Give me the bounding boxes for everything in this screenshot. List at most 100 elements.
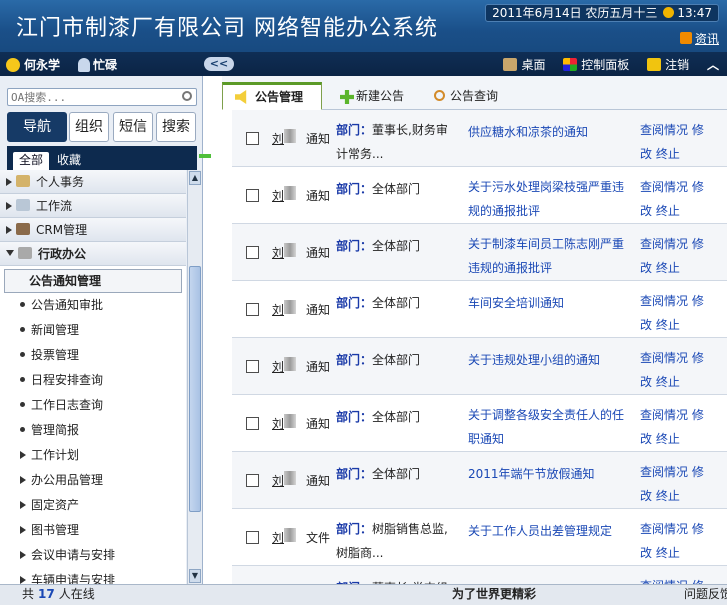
menu-item[interactable]: 管理简报 bbox=[0, 418, 186, 443]
row-checkbox[interactable] bbox=[246, 417, 259, 430]
announcement-subject[interactable]: 关于工作人员出差管理规定 bbox=[468, 517, 630, 545]
action-links[interactable]: 改 终止 bbox=[640, 375, 680, 389]
control-panel-icon bbox=[563, 58, 578, 71]
publisher-name[interactable]: 刘 bbox=[272, 358, 284, 375]
publisher-name[interactable]: 刘 bbox=[272, 415, 284, 432]
action-links[interactable]: 查阅情况 修 bbox=[640, 408, 704, 422]
redacted-name bbox=[284, 357, 296, 371]
menu-item[interactable]: 会议申请与安排 bbox=[0, 543, 186, 568]
announcement-subject[interactable]: 关于违规处理小组的通知 bbox=[468, 346, 630, 374]
action-links[interactable]: 改 终止 bbox=[640, 147, 680, 161]
row-checkbox[interactable] bbox=[246, 360, 259, 373]
row-actions: 查阅情况 修改 终止 bbox=[640, 346, 727, 394]
announcement-type: 通知 bbox=[306, 474, 331, 488]
publisher-name[interactable]: 刘 bbox=[272, 130, 284, 147]
announcement-subject[interactable]: 供应糖水和凉茶的通知 bbox=[468, 118, 630, 146]
search-icon[interactable] bbox=[182, 91, 192, 101]
menu-item[interactable]: 公告通知审批 bbox=[0, 293, 186, 318]
action-links[interactable]: 查阅情况 修 bbox=[640, 123, 704, 137]
status-bar: 共 17 人在线 为了世界更精彩 问题反馈 bbox=[0, 584, 727, 605]
sidebar-scrollbar[interactable]: ▲ ▼ bbox=[187, 170, 202, 584]
logout-link[interactable]: 注销 bbox=[647, 58, 689, 72]
publisher-name[interactable]: 刘 bbox=[272, 244, 284, 261]
announcement-type: 通知 bbox=[306, 417, 331, 431]
subject-line: 职通知 bbox=[468, 432, 505, 446]
menu-group-admin[interactable]: 行政办公 bbox=[0, 242, 186, 266]
publisher-name[interactable]: 刘 bbox=[272, 529, 284, 546]
action-links[interactable]: 改 终止 bbox=[640, 261, 680, 275]
publisher-name[interactable]: 刘 bbox=[272, 301, 284, 318]
menu-group-workflow[interactable]: 工作流 bbox=[0, 194, 186, 218]
row-checkbox[interactable] bbox=[246, 246, 259, 259]
menu-item[interactable]: 工作计划 bbox=[0, 443, 186, 468]
row-checkbox[interactable] bbox=[246, 189, 259, 202]
announcement-subject[interactable]: 关于调整各级安全责任人的任 职通知 bbox=[468, 403, 630, 451]
row-checkbox[interactable] bbox=[246, 303, 259, 316]
feedback-link[interactable]: 问题反馈 bbox=[684, 585, 727, 604]
menu-item[interactable]: 新闻管理 bbox=[0, 318, 186, 343]
action-links[interactable]: 改 终止 bbox=[640, 432, 680, 446]
publisher-name[interactable]: 刘 bbox=[272, 187, 284, 204]
expand-icon bbox=[20, 551, 26, 559]
user-name[interactable]: 何永学 bbox=[6, 56, 60, 73]
row-actions: 查阅情况 修改 终止 bbox=[640, 289, 727, 337]
online-count[interactable]: 共 17 人在线 bbox=[22, 585, 95, 604]
subtab-all[interactable]: 全部 bbox=[13, 152, 50, 170]
announcement-subject[interactable]: 车间安全培训通知 bbox=[468, 289, 630, 317]
announcement-subject[interactable]: 关于污水处理岗梁枝强严重违 规的通报批评 bbox=[468, 175, 630, 223]
action-links[interactable]: 查阅情况 修 bbox=[640, 465, 704, 479]
scroll-down-icon[interactable]: ▼ bbox=[189, 569, 201, 583]
control-panel-link[interactable]: 控制面板 bbox=[563, 58, 629, 72]
menu-item[interactable]: 办公用品管理 bbox=[0, 468, 186, 493]
menu-item[interactable]: 投票管理 bbox=[0, 343, 186, 368]
tab-new-announcement[interactable]: 新建公告 bbox=[330, 84, 404, 110]
row-checkbox[interactable] bbox=[246, 531, 259, 544]
announcement-subject[interactable]: 关于制漆车间员工陈志刚严重 违规的通报批评 bbox=[468, 232, 630, 280]
subtab-favorites[interactable]: 收藏 bbox=[51, 152, 87, 170]
menu-item[interactable]: 日程安排查询 bbox=[0, 368, 186, 393]
action-links[interactable]: 改 终止 bbox=[640, 546, 680, 560]
tab-nav[interactable]: 导航 bbox=[7, 112, 67, 142]
department-label: 部门： bbox=[336, 467, 373, 481]
publisher-name[interactable]: 刘 bbox=[272, 472, 284, 489]
menu-group-personal[interactable]: 个人事务 bbox=[0, 170, 186, 194]
chevron-up-icon[interactable]: ︿ bbox=[707, 58, 719, 72]
menu-item[interactable]: 车辆申请与安排 bbox=[0, 568, 186, 584]
menu-item-selected[interactable]: 公告通知管理 bbox=[4, 269, 182, 293]
desktop-link[interactable]: 桌面 bbox=[503, 58, 545, 72]
menu-group-crm[interactable]: CRM管理 bbox=[0, 218, 186, 242]
scroll-thumb[interactable] bbox=[189, 266, 201, 512]
tab-sms[interactable]: 短信 bbox=[113, 112, 153, 142]
action-links[interactable]: 查阅情况 修 bbox=[640, 522, 704, 536]
menu-item[interactable]: 固定资产 bbox=[0, 493, 186, 518]
announcement-type: 通知 bbox=[306, 189, 331, 203]
news-link[interactable]: 资讯 bbox=[679, 30, 719, 47]
tab-announcement-manage[interactable]: 公告管理 bbox=[222, 82, 322, 110]
tab-announcement-query[interactable]: 公告查询 bbox=[424, 84, 498, 110]
action-links[interactable]: 查阅情况 修 bbox=[640, 351, 704, 365]
menu-item[interactable]: 图书管理 bbox=[0, 518, 186, 543]
action-links[interactable]: 查阅情况 修 bbox=[640, 237, 704, 251]
minimize-icon[interactable] bbox=[199, 154, 211, 158]
action-links[interactable]: 改 终止 bbox=[640, 489, 680, 503]
bullet-icon bbox=[20, 352, 25, 357]
search-input[interactable] bbox=[8, 89, 173, 105]
slogan: 为了世界更精彩 bbox=[452, 587, 537, 601]
tab-org[interactable]: 组织 bbox=[69, 112, 109, 142]
action-links[interactable]: 查阅情况 修 bbox=[640, 294, 704, 308]
expand-icon bbox=[6, 202, 12, 210]
tab-search[interactable]: 搜索 bbox=[156, 112, 196, 142]
announcement-subject[interactable]: 2011年端午节放假通知 bbox=[468, 460, 630, 488]
action-links[interactable]: 改 终止 bbox=[640, 318, 680, 332]
department-cell: 部门：全体部门 bbox=[336, 403, 458, 431]
row-checkbox[interactable] bbox=[246, 132, 259, 145]
scroll-up-icon[interactable]: ▲ bbox=[189, 171, 201, 185]
department-label: 部门： bbox=[336, 123, 373, 137]
action-links[interactable]: 查阅情况 修 bbox=[640, 180, 704, 194]
action-links[interactable]: 改 终止 bbox=[640, 204, 680, 218]
menu-item[interactable]: 工作日志查询 bbox=[0, 393, 186, 418]
user-status[interactable]: 忙碌 bbox=[78, 56, 117, 73]
row-checkbox[interactable] bbox=[246, 474, 259, 487]
collapse-sidebar-button[interactable]: << bbox=[204, 57, 234, 71]
row-actions: 查阅情况 修改 终止 bbox=[640, 118, 727, 166]
